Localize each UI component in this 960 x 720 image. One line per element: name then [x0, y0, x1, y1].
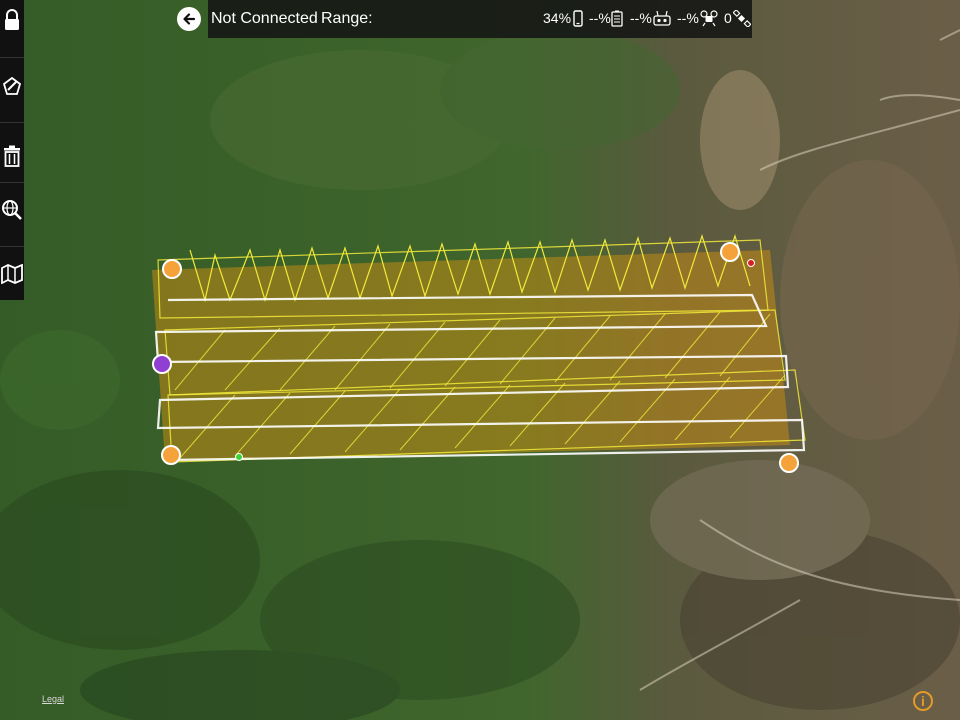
arrow-left-icon	[183, 13, 196, 25]
corner-marker-ne[interactable]	[720, 242, 740, 262]
info-icon: i	[921, 693, 925, 709]
sidebar-divider	[0, 246, 24, 247]
drone-icon	[700, 10, 718, 27]
legal-link[interactable]: Legal	[42, 694, 64, 704]
sidebar-divider	[0, 182, 24, 183]
map-icon	[1, 264, 23, 284]
device-battery-value: 34%	[543, 10, 572, 26]
trash-icon	[4, 145, 20, 167]
delete-button[interactable]	[0, 136, 24, 176]
sidebar-divider	[0, 122, 24, 123]
map-type-button[interactable]	[0, 254, 24, 294]
search-location-button[interactable]	[0, 190, 24, 230]
corner-marker-nw[interactable]	[162, 259, 182, 279]
globe-search-icon	[2, 200, 22, 220]
phone-battery-icon	[573, 10, 583, 27]
polygon-button[interactable]	[0, 66, 24, 106]
satellite-icon	[733, 10, 751, 27]
lock-icon	[5, 9, 19, 30]
satellite-map[interactable]	[0, 0, 960, 720]
aircraft-battery-value: --%	[589, 10, 611, 26]
aircraft-marker	[747, 259, 755, 267]
home-marker	[235, 453, 243, 461]
back-button[interactable]	[177, 7, 201, 31]
polygon-pen-icon	[2, 76, 22, 95]
corner-marker-sw[interactable]	[161, 445, 181, 465]
lock-button[interactable]	[0, 0, 24, 40]
sidebar-divider	[0, 57, 24, 58]
remote-battery-value: --%	[630, 10, 652, 26]
controller-icon	[653, 10, 671, 26]
start-marker[interactable]	[152, 354, 172, 374]
corner-marker-se[interactable]	[779, 453, 799, 473]
range-label: Range:	[321, 10, 373, 27]
connection-status: Not Connected	[211, 10, 318, 27]
survey-coverage	[152, 234, 806, 463]
battery-icon	[611, 10, 623, 27]
gps-count-value: 0	[724, 10, 732, 26]
info-button[interactable]: i	[913, 691, 933, 711]
drone-signal-value: --%	[677, 10, 699, 26]
